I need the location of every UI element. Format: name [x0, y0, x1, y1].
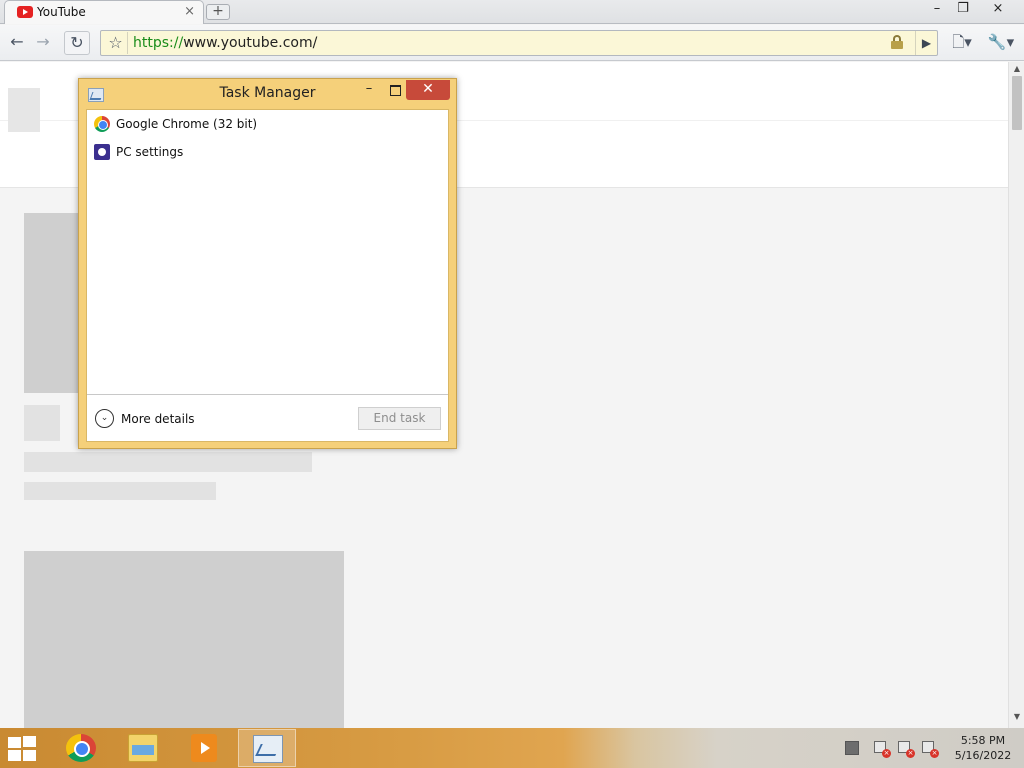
bookmark-star-icon[interactable]: ☆ — [104, 32, 128, 54]
chrome-icon — [94, 116, 110, 132]
volume-muted-icon[interactable]: × — [922, 741, 939, 758]
task-manager-icon — [253, 735, 283, 763]
tab-title: YouTube — [37, 5, 86, 19]
avatar-placeholder — [24, 405, 60, 441]
show-desktop-icon[interactable] — [845, 741, 859, 755]
taskbar-item-file-explorer[interactable] — [114, 729, 172, 767]
new-tab-button[interactable]: + — [206, 4, 230, 20]
divider — [87, 394, 448, 395]
url-scheme: https:// — [133, 35, 184, 51]
task-manager-body: Google Chrome (32 bit) PC settings ⌄ Mor… — [86, 109, 449, 442]
back-button[interactable]: ← — [4, 31, 30, 55]
video-thumbnail-placeholder[interactable] — [24, 551, 344, 728]
chevron-down-icon: ⌄ — [95, 409, 114, 428]
start-button[interactable] — [8, 736, 38, 761]
task-manager-minimize-button[interactable]: – — [356, 82, 382, 100]
go-button[interactable]: ▶ — [915, 31, 937, 55]
window-minimize-button[interactable]: – — [922, 0, 952, 20]
clock-time: 5:58 PM — [960, 734, 1006, 747]
task-manager-close-button[interactable]: ✕ — [406, 80, 450, 100]
browser-toolbar: ← → ↻ ☆ https://www.youtube.com/ ▶ 🗋▾ 🔧▾ — [0, 25, 1024, 61]
scroll-up-arrow-icon[interactable]: ▲ — [1009, 64, 1024, 76]
taskbar: × × × 5:58 PM 5/16/2022 — [0, 728, 1024, 768]
chrome-icon — [66, 734, 96, 762]
window-restore-button[interactable]: ❐ — [950, 0, 976, 20]
page-menu-button[interactable]: 🗋▾ — [948, 31, 976, 55]
task-manager-titlebar[interactable]: Task Manager – ✕ — [79, 79, 456, 109]
reload-button[interactable]: ↻ — [64, 31, 90, 55]
gear-icon — [94, 144, 110, 160]
more-details-label: More details — [121, 412, 195, 426]
url-host: www.youtube.com/ — [183, 35, 318, 51]
task-manager-window: Task Manager – ✕ Google Chrome (32 bit) … — [78, 78, 457, 449]
lock-icon[interactable] — [891, 35, 903, 49]
wrench-menu-button[interactable]: 🔧▾ — [984, 31, 1018, 55]
page-scrollbar[interactable]: ▲ ▼ — [1008, 62, 1024, 728]
process-list: Google Chrome (32 bit) PC settings — [87, 110, 448, 394]
taskbar-item-media-player[interactable] — [175, 729, 233, 767]
process-name: Google Chrome (32 bit) — [116, 117, 258, 131]
task-manager-maximize-button[interactable] — [382, 82, 408, 100]
process-row[interactable]: PC settings — [87, 139, 448, 165]
youtube-icon — [17, 6, 33, 18]
tab-close-icon[interactable]: × — [184, 4, 195, 19]
meta-line-placeholder — [24, 482, 216, 500]
taskbar-item-chrome[interactable] — [52, 729, 110, 767]
forward-button[interactable]: → — [30, 31, 56, 55]
clock-date: 5/16/2022 — [954, 749, 1012, 762]
system-clock[interactable]: 5:58 PM 5/16/2022 — [950, 733, 1016, 763]
action-center-icon[interactable]: × — [874, 741, 891, 758]
network-icon[interactable]: × — [898, 741, 915, 758]
address-bar[interactable]: ☆ https://www.youtube.com/ ▶ — [100, 30, 938, 56]
process-name: PC settings — [116, 145, 184, 159]
taskbar-item-task-manager[interactable] — [238, 729, 296, 767]
scroll-thumb[interactable] — [1012, 76, 1022, 130]
url-text[interactable]: https://www.youtube.com/ — [133, 35, 317, 51]
folder-icon — [128, 734, 158, 762]
tab-youtube[interactable]: YouTube × — [4, 0, 204, 24]
end-task-button[interactable]: End task — [358, 407, 441, 430]
scroll-down-arrow-icon[interactable]: ▼ — [1009, 712, 1024, 724]
windows-logo-icon — [8, 737, 21, 748]
process-row[interactable]: Google Chrome (32 bit) — [87, 111, 448, 137]
media-player-icon — [191, 734, 217, 762]
tab-strip: YouTube × + – ❐ × — [0, 0, 1024, 24]
title-line-placeholder — [24, 452, 312, 472]
logo-placeholder — [8, 88, 40, 132]
window-close-button[interactable]: × — [976, 0, 1020, 20]
